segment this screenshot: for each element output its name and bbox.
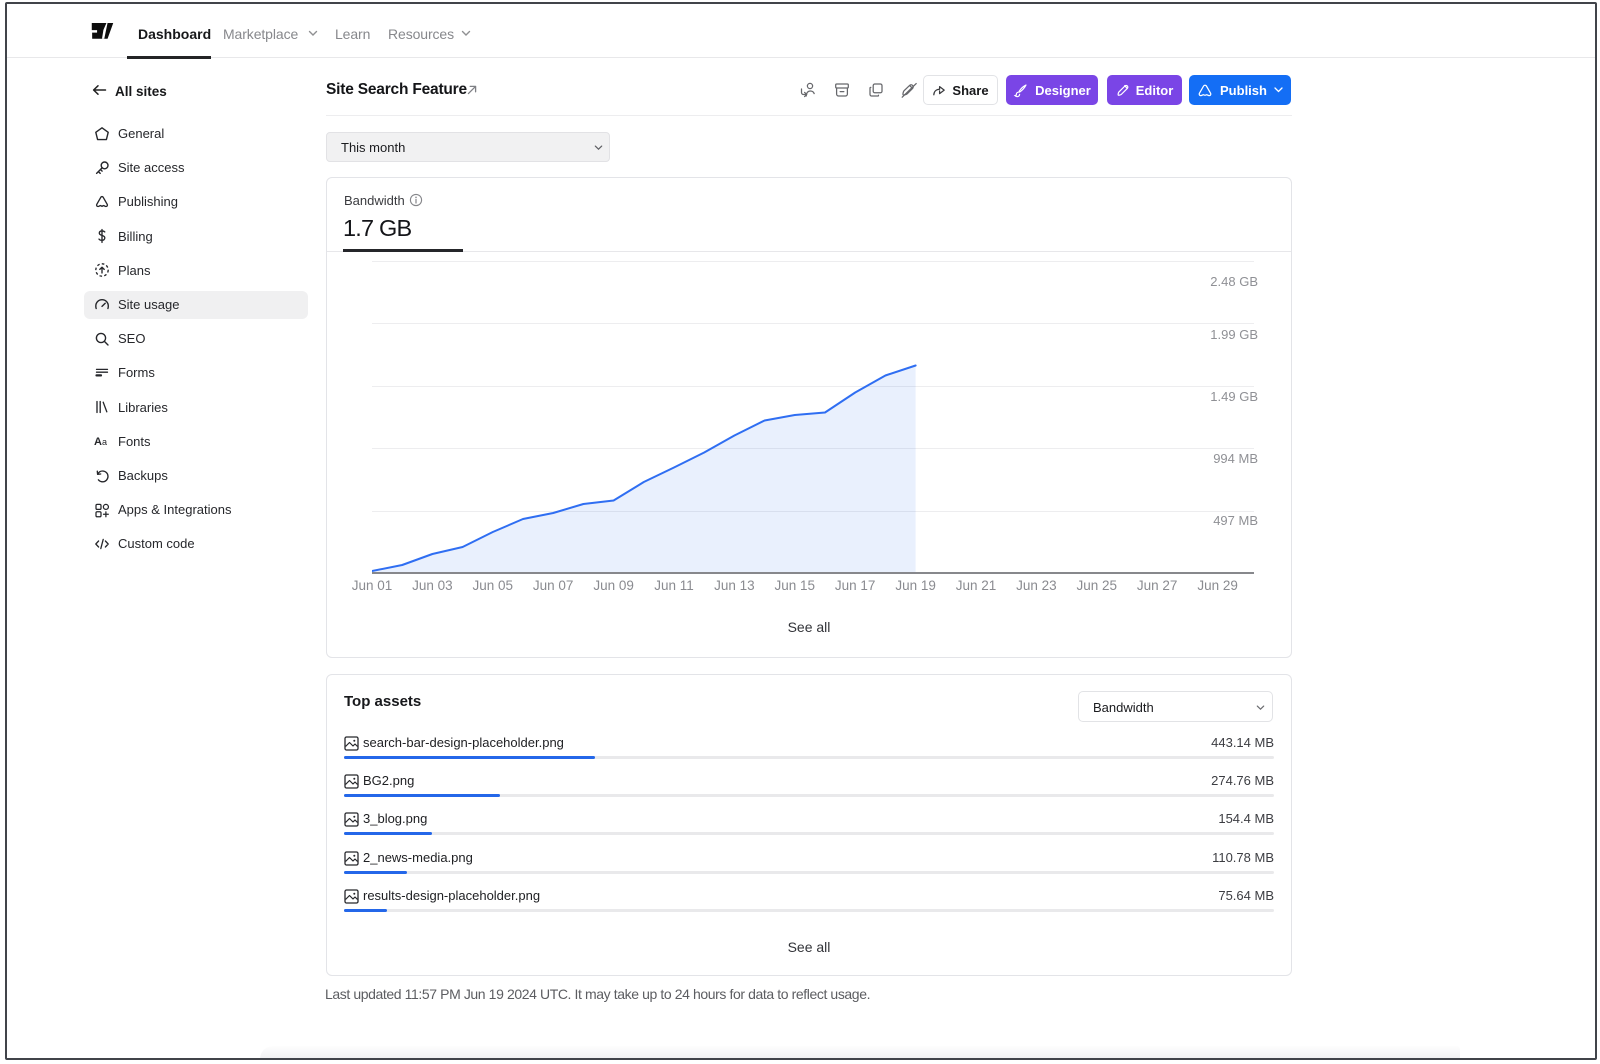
- svg-text:a: a: [102, 437, 107, 447]
- svg-text:A: A: [94, 436, 102, 448]
